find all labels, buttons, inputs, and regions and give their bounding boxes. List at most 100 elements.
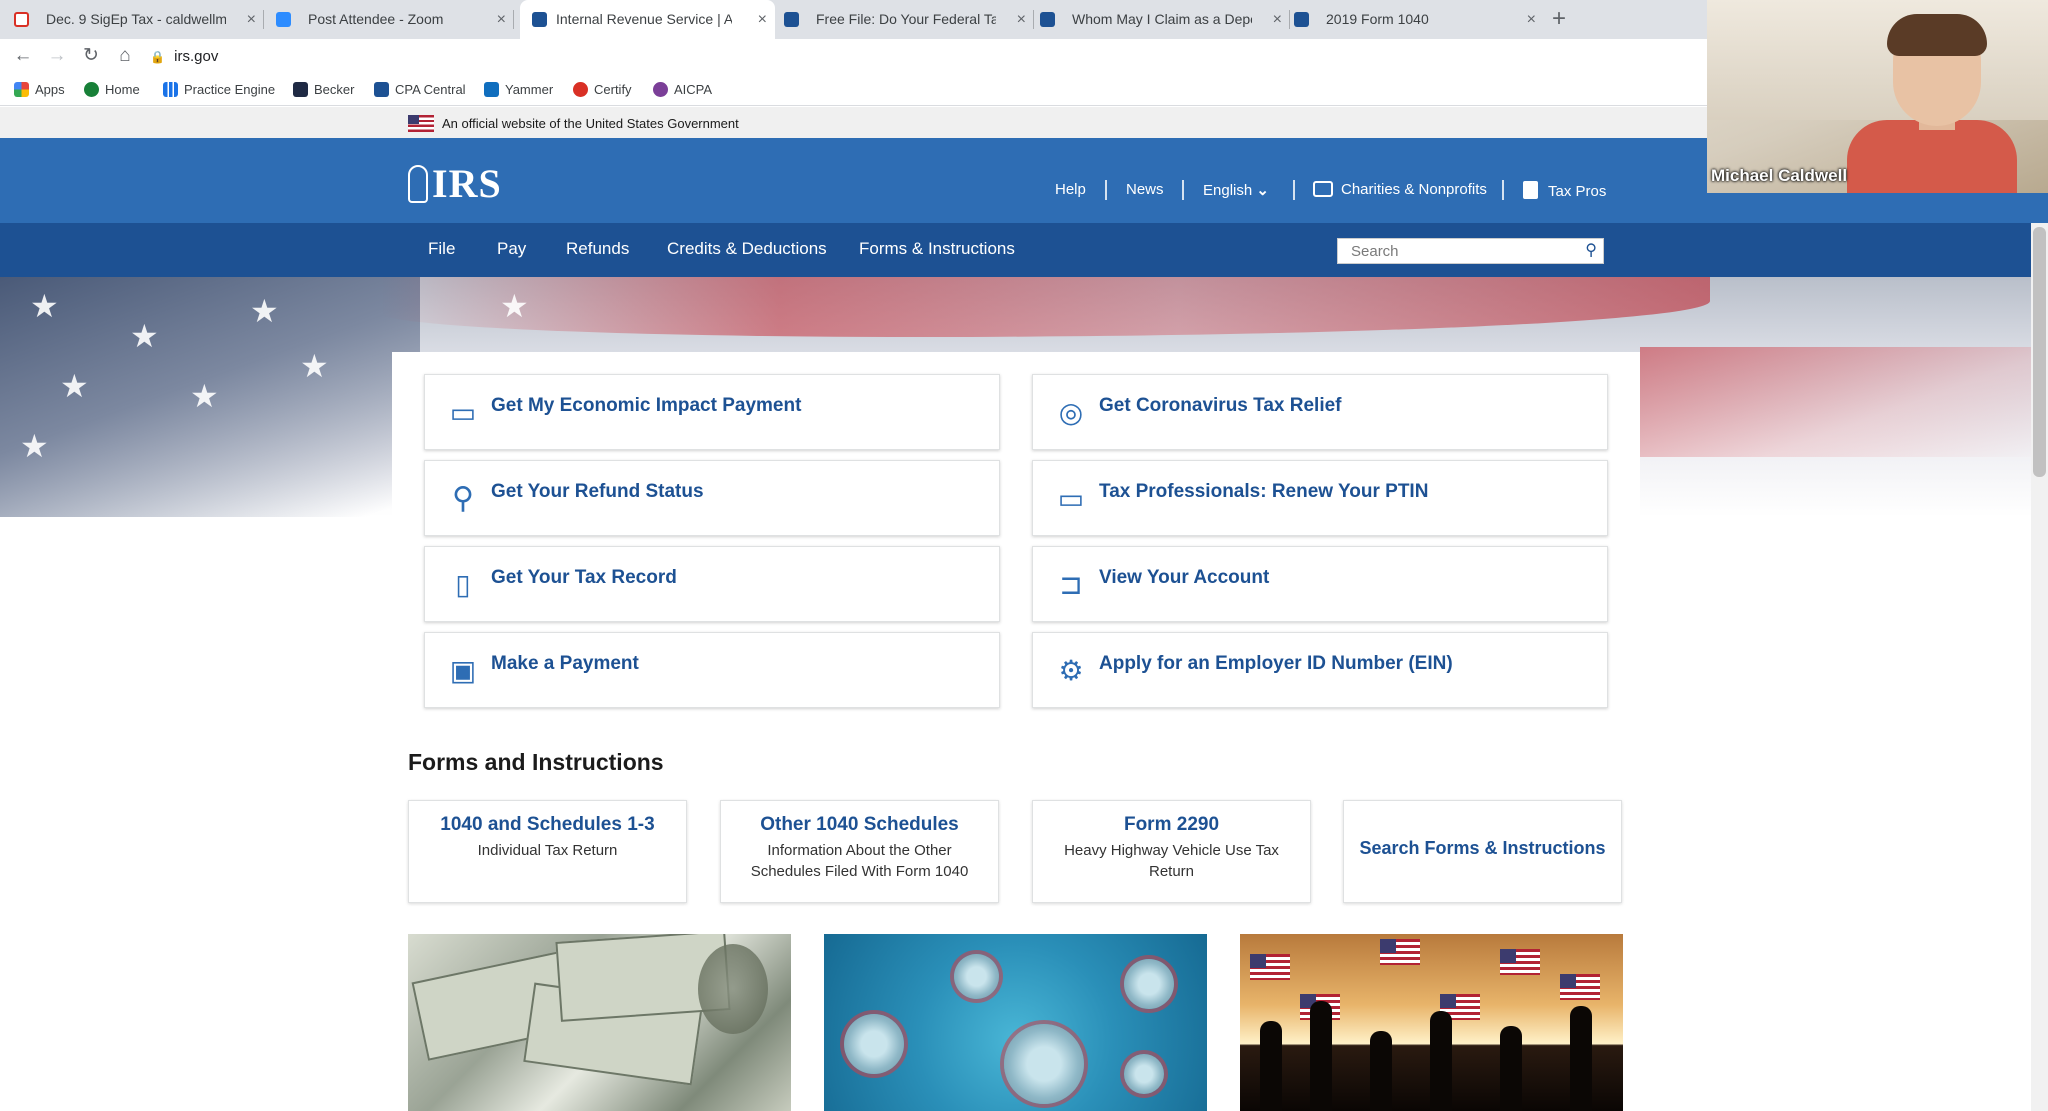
raised-hand bbox=[1570, 1006, 1592, 1111]
raised-hand bbox=[1430, 1011, 1452, 1111]
forward-icon[interactable]: → bbox=[44, 43, 70, 69]
bookmark-label: Apps bbox=[35, 82, 65, 97]
nav-file[interactable]: File bbox=[428, 239, 455, 259]
video-background bbox=[1707, 0, 2048, 120]
search-input[interactable]: Search ⚲ bbox=[1337, 238, 1604, 264]
american-flags-crowd-image[interactable] bbox=[1240, 934, 1623, 1111]
tax-pros-link[interactable]: Tax Pros bbox=[1523, 181, 1606, 200]
tab-title: Post Attendee - Zoom bbox=[308, 11, 444, 27]
back-icon[interactable]: ← bbox=[10, 43, 36, 69]
star-icon: ★ bbox=[190, 378, 219, 414]
quick-link-label: View Your Account bbox=[1099, 567, 1270, 588]
bookmark-apps[interactable]: Apps bbox=[14, 82, 65, 97]
becker-icon bbox=[293, 82, 308, 97]
bookmark-label: Yammer bbox=[505, 82, 554, 97]
bookmark-cpa-central[interactable]: CPA Central bbox=[374, 82, 466, 97]
home-icon[interactable]: ⌂ bbox=[112, 43, 138, 69]
apps-grid-icon bbox=[14, 82, 29, 97]
scrollbar-thumb[interactable] bbox=[2033, 227, 2046, 477]
coronavirus-image[interactable] bbox=[824, 934, 1207, 1111]
gov-banner-text: An official website of the United States… bbox=[442, 116, 739, 131]
irs-favicon-icon bbox=[1294, 12, 1309, 27]
quick-link-economic-impact[interactable]: ▭ Get My Economic Impact Payment bbox=[424, 374, 1000, 450]
bookmark-label: Home bbox=[105, 82, 140, 97]
tab-form-1040[interactable]: 2019 Form 1040 × bbox=[1294, 0, 1544, 39]
virus-particle bbox=[1124, 1054, 1164, 1094]
close-tab-icon[interactable]: × bbox=[497, 0, 506, 39]
charities-label: Charities & Nonprofits bbox=[1341, 181, 1487, 198]
quick-link-make-payment[interactable]: ▣ Make a Payment bbox=[424, 632, 1000, 708]
close-tab-icon[interactable]: × bbox=[1273, 0, 1282, 39]
nav-credits-deductions[interactable]: Credits & Deductions bbox=[667, 239, 827, 259]
home-bookmark-icon bbox=[84, 82, 99, 97]
close-tab-icon[interactable]: × bbox=[1017, 0, 1026, 39]
quick-link-label: Tax Professionals: Renew Your PTIN bbox=[1099, 481, 1429, 502]
star-icon: ★ bbox=[30, 288, 59, 324]
quick-links-panel: ▭ Get My Economic Impact Payment ◎ Get C… bbox=[392, 352, 1640, 712]
zoom-video-tile[interactable]: Michael Caldwell bbox=[1707, 0, 2048, 193]
quick-link-view-account[interactable]: ⊐ View Your Account bbox=[1032, 546, 1608, 622]
bookmark-label: CPA Central bbox=[395, 82, 466, 97]
quick-link-refund-status[interactable]: ⚲ Get Your Refund Status bbox=[424, 460, 1000, 536]
reload-icon[interactable]: ↻ bbox=[78, 43, 104, 69]
address-bar[interactable]: 🔒 irs.gov bbox=[150, 43, 1700, 70]
star-icon: ★ bbox=[130, 318, 159, 354]
close-tab-icon[interactable]: × bbox=[1527, 0, 1536, 39]
tab-free-file[interactable]: Free File: Do Your Federal Taxes f × bbox=[784, 0, 1034, 39]
bookmark-practice-engine[interactable]: Practice Engine bbox=[163, 82, 275, 97]
form-title: Form 2290 bbox=[1123, 814, 1220, 835]
page-scrollbar[interactable] bbox=[2031, 223, 2048, 1111]
irs-logo[interactable]: IRS bbox=[408, 160, 502, 207]
raised-hand bbox=[1370, 1031, 1392, 1111]
nav-forms-instructions[interactable]: Forms & Instructions bbox=[859, 239, 1015, 259]
raised-hand bbox=[1260, 1021, 1282, 1111]
bookmark-label: AICPA bbox=[674, 82, 713, 97]
search-icon[interactable]: ⚲ bbox=[1585, 240, 1597, 260]
quick-link-renew-ptin[interactable]: ▭ Tax Professionals: Renew Your PTIN bbox=[1032, 460, 1608, 536]
tab-dependent[interactable]: Whom May I Claim as a Depende × bbox=[1040, 0, 1290, 39]
portrait bbox=[698, 944, 768, 1034]
money-image[interactable] bbox=[408, 934, 791, 1111]
nav-refunds[interactable]: Refunds bbox=[566, 239, 629, 259]
bookmark-becker[interactable]: Becker bbox=[293, 82, 354, 97]
tab-zoom[interactable]: Post Attendee - Zoom × bbox=[276, 0, 514, 39]
quick-link-coronavirus-relief[interactable]: ◎ Get Coronavirus Tax Relief bbox=[1032, 374, 1608, 450]
irs-favicon-icon bbox=[532, 12, 547, 27]
tab-gmail[interactable]: Dec. 9 SigEp Tax - caldwellmd17@ × bbox=[14, 0, 264, 39]
quick-link-label: Get My Economic Impact Payment bbox=[491, 395, 802, 416]
bookmark-certify[interactable]: Certify bbox=[573, 82, 632, 97]
laptop-icon: ▭ bbox=[449, 397, 477, 428]
close-tab-icon[interactable]: × bbox=[758, 0, 767, 39]
form-card-other-schedules[interactable]: Other 1040 Schedules Information About t… bbox=[720, 800, 999, 903]
tab-irs[interactable]: Internal Revenue Service | An offi × bbox=[520, 0, 775, 39]
bookmark-yammer[interactable]: Yammer bbox=[484, 82, 553, 97]
quick-link-apply-ein[interactable]: ⚙ Apply for an Employer ID Number (EIN) bbox=[1032, 632, 1608, 708]
charities-link[interactable]: Charities & Nonprofits bbox=[1313, 181, 1487, 198]
language-selector[interactable]: English ⌄ bbox=[1203, 181, 1269, 199]
aicpa-icon bbox=[653, 82, 668, 97]
main-nav: File Pay Refunds Credits & Deductions Fo… bbox=[0, 223, 2048, 277]
news-link[interactable]: News bbox=[1126, 181, 1164, 198]
quick-link-tax-record[interactable]: ▯ Get Your Tax Record bbox=[424, 546, 1000, 622]
cpa-central-icon bbox=[374, 82, 389, 97]
us-flag-icon bbox=[1500, 949, 1540, 975]
virus-particle bbox=[844, 1014, 904, 1074]
bookmark-home[interactable]: Home bbox=[84, 82, 140, 97]
star-icon: ★ bbox=[60, 368, 89, 404]
help-link[interactable]: Help bbox=[1055, 181, 1086, 198]
form-card-2290[interactable]: Form 2290 Heavy Highway Vehicle Use Tax … bbox=[1032, 800, 1311, 903]
tab-title: Internal Revenue Service | An offi bbox=[556, 11, 732, 27]
participant-hair bbox=[1887, 14, 1987, 56]
quick-link-label: Get Your Refund Status bbox=[491, 481, 704, 502]
tab-title: Dec. 9 SigEp Tax - caldwellmd17@ bbox=[46, 11, 226, 27]
close-tab-icon[interactable]: × bbox=[247, 0, 256, 39]
new-tab-button[interactable]: + bbox=[1552, 0, 1566, 38]
bookmark-aicpa[interactable]: AICPA bbox=[653, 82, 712, 97]
star-icon: ★ bbox=[500, 288, 529, 324]
nav-pay[interactable]: Pay bbox=[497, 239, 526, 259]
form-card-search-forms[interactable]: Search Forms & Instructions bbox=[1343, 800, 1622, 903]
handshake-icon bbox=[1313, 181, 1333, 197]
quick-link-label: Apply for an Employer ID Number (EIN) bbox=[1099, 653, 1453, 674]
form-card-1040[interactable]: 1040 and Schedules 1-3 Individual Tax Re… bbox=[408, 800, 687, 903]
divider bbox=[1182, 180, 1184, 200]
